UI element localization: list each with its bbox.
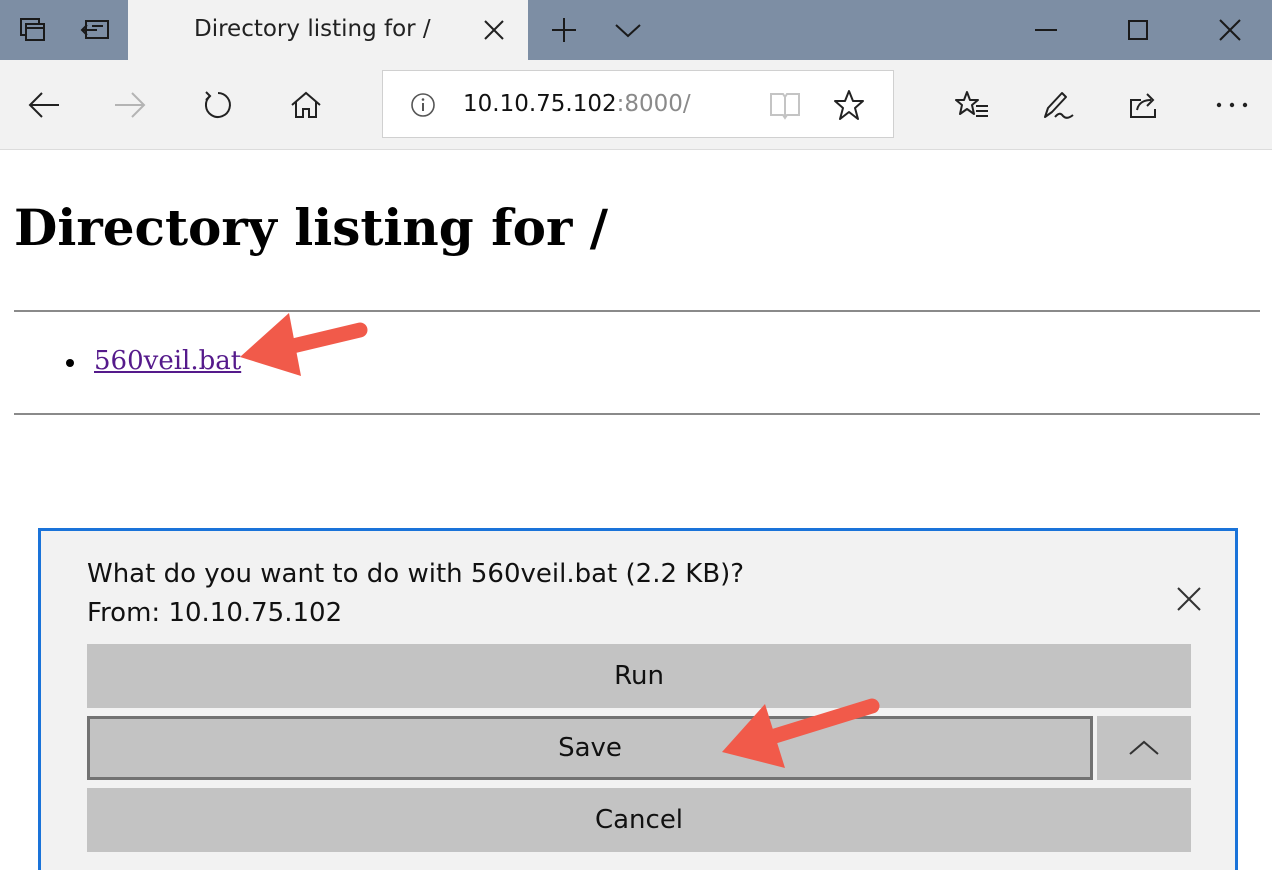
cancel-button[interactable]: Cancel — [87, 788, 1191, 852]
run-button[interactable]: Run — [87, 644, 1191, 708]
chevron-down-icon — [615, 24, 641, 38]
home-icon — [291, 91, 321, 118]
arrow-to-file-link — [240, 313, 368, 376]
minimize-icon — [1035, 29, 1057, 31]
refresh-button[interactable] — [192, 78, 244, 132]
tab-close-button[interactable] — [478, 14, 510, 46]
reading-view-icon — [770, 93, 800, 120]
favorites-button[interactable] — [946, 78, 998, 132]
download-source: From: 10.10.75.102 — [87, 598, 343, 628]
tab-list-button[interactable] — [596, 0, 660, 60]
tab-bar: Directory listing for / — [0, 0, 1272, 60]
share-icon — [1130, 93, 1156, 118]
pen-icon — [1044, 92, 1074, 119]
close-icon — [1219, 19, 1241, 41]
close-icon — [484, 20, 504, 40]
more-button[interactable] — [1206, 78, 1258, 132]
file-link[interactable]: 560veil.bat — [94, 346, 241, 376]
set-aside-tabs-icon — [80, 20, 109, 39]
chevron-up-icon — [1129, 740, 1159, 755]
active-tab[interactable]: Directory listing for / — [128, 0, 528, 60]
address-url[interactable]: 10.10.75.102:8000/ — [463, 91, 691, 117]
set-aside-tabs-button[interactable] — [64, 0, 128, 60]
close-icon — [1177, 587, 1201, 611]
maximize-icon — [1128, 20, 1148, 40]
share-button[interactable] — [1118, 78, 1170, 132]
dialog-close-button[interactable] — [1169, 579, 1209, 619]
info-icon — [411, 93, 435, 117]
address-bar[interactable]: 10.10.75.102:8000/ — [382, 70, 894, 138]
refresh-icon — [204, 91, 231, 118]
divider-top — [14, 310, 1260, 312]
back-button[interactable] — [18, 78, 70, 132]
save-options-button[interactable] — [1097, 716, 1191, 780]
home-button[interactable] — [280, 78, 332, 132]
navigation-bar: 10.10.75.102:8000/ — [0, 60, 1272, 150]
more-icon — [1216, 102, 1248, 108]
window-close-button[interactable] — [1184, 0, 1272, 60]
web-note-button[interactable] — [1032, 78, 1084, 132]
download-question: What do you want to do with 560veil.bat … — [87, 559, 745, 589]
new-tab-button[interactable] — [532, 0, 596, 60]
divider-bottom — [14, 413, 1260, 415]
forward-button[interactable] — [104, 78, 156, 132]
forward-icon — [115, 92, 146, 118]
tab-preview-button[interactable] — [0, 0, 64, 60]
reading-view-button[interactable] — [765, 87, 805, 123]
favorites-list-icon — [955, 91, 988, 117]
download-dialog: What do you want to do with 560veil.bat … — [38, 528, 1238, 870]
back-icon — [28, 92, 59, 118]
url-host: 10.10.75.102 — [463, 91, 617, 117]
page-title: Directory listing for / — [14, 198, 609, 257]
favorite-star-icon — [834, 90, 864, 120]
site-info-button[interactable] — [409, 91, 437, 119]
minimize-button[interactable] — [1000, 0, 1092, 60]
tab-title: Directory listing for / — [194, 16, 431, 42]
save-button[interactable]: Save — [87, 716, 1093, 780]
list-bullet — [66, 359, 74, 367]
url-port: :8000/ — [616, 91, 691, 117]
add-favorite-button[interactable] — [829, 87, 869, 123]
maximize-button[interactable] — [1092, 0, 1184, 60]
plus-icon — [552, 18, 576, 42]
tab-preview-icon — [20, 18, 45, 41]
